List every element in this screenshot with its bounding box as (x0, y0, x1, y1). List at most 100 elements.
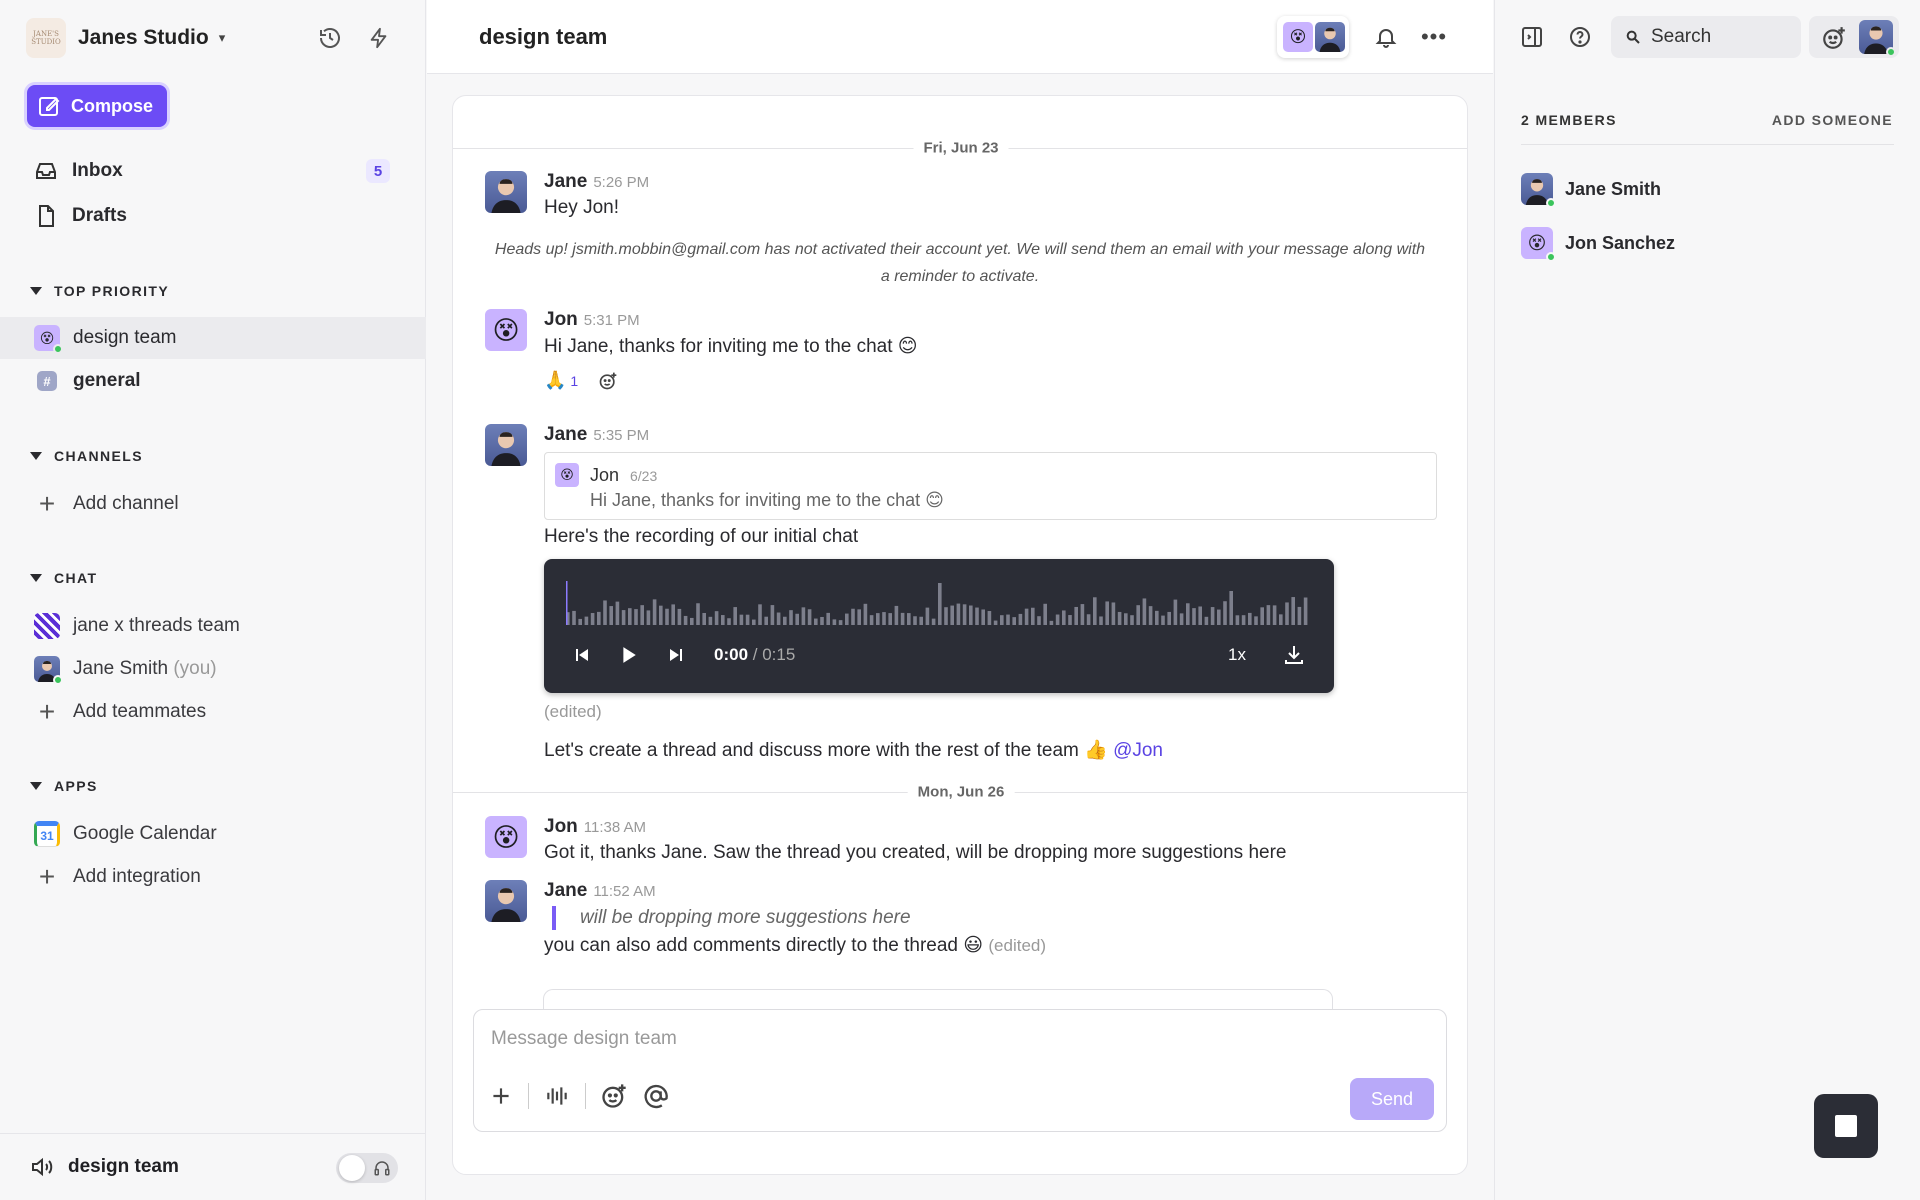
waveform-bar (1012, 617, 1016, 625)
waveform-icon[interactable] (543, 1083, 571, 1109)
waveform-bar (597, 611, 601, 625)
waveform-bar (770, 605, 775, 625)
message-input[interactable]: Message design team (491, 1028, 677, 1050)
timestamp: 5:35 PM (593, 427, 650, 444)
section-title: TOP PRIORITY (54, 283, 170, 299)
emoji-add-icon[interactable] (600, 1082, 628, 1110)
waveform-bar (628, 608, 632, 625)
drafts-nav[interactable]: Drafts (34, 201, 127, 231)
compose-icon (39, 97, 60, 116)
waveform-bar (838, 620, 843, 625)
panel-toggle-icon[interactable] (1517, 22, 1547, 52)
waveform-bar (956, 603, 961, 625)
send-button[interactable]: Send (1350, 1078, 1434, 1120)
quote-date: 6/23 (630, 468, 658, 484)
status-button[interactable] (1809, 16, 1899, 58)
add-teammates-button[interactable]: + Add teammates (0, 691, 426, 733)
waveform-bar (776, 612, 781, 625)
section-apps[interactable]: APPS (30, 778, 98, 794)
waveform-bar (634, 609, 638, 625)
waveform-bar (1210, 607, 1215, 625)
plus-icon[interactable] (488, 1083, 514, 1109)
compose-button[interactable]: Compose (27, 85, 167, 127)
waveform-bar (727, 618, 731, 625)
waveform-bar (795, 613, 799, 625)
sidebar-item-jane-x-threads[interactable]: jane x threads team (0, 605, 426, 647)
waveform-bar (1235, 615, 1240, 625)
mention-link[interactable]: @Jon (1113, 740, 1163, 761)
edited-label: (edited) (988, 936, 1047, 955)
member-avatars-button[interactable]: 😵 (1277, 16, 1349, 58)
plus-icon: + (38, 696, 56, 727)
waveform-bar (1198, 606, 1202, 625)
add-reaction-icon[interactable] (598, 371, 618, 391)
history-icon[interactable] (316, 24, 344, 52)
workspace-switcher[interactable]: JANE'S STUDIO Janes Studio ▾ (26, 18, 225, 58)
sidebar-item-google-calendar[interactable]: 31 Google Calendar (0, 813, 426, 855)
inbox-count-badge: 5 (366, 159, 390, 183)
lightning-icon[interactable] (365, 24, 393, 52)
waveform-bar (925, 607, 930, 625)
collapse-caret-icon (30, 782, 42, 790)
waveform-bar (826, 612, 830, 625)
download-icon[interactable] (1282, 643, 1306, 667)
sidebar-item-label: Jane Smith (you) (73, 658, 217, 679)
inbox-nav[interactable]: Inbox (34, 156, 123, 186)
section-channels[interactable]: CHANNELS (30, 448, 143, 464)
more-options-icon[interactable]: ••• (1419, 22, 1449, 52)
member-name: Jon Sanchez (1565, 232, 1676, 253)
page-title: design team (479, 24, 608, 49)
timestamp: 11:38 AM (583, 819, 647, 836)
waveform-bar (783, 616, 787, 625)
bell-icon[interactable] (1371, 22, 1401, 52)
waveform-bar (603, 600, 607, 625)
compose-label: Compose (71, 95, 154, 116)
stop-recording-button[interactable] (1814, 1094, 1878, 1158)
author-name[interactable]: Jane (544, 171, 587, 192)
divider (528, 1083, 529, 1109)
edited-label: (edited) (544, 702, 602, 721)
skip-back-icon[interactable] (574, 647, 590, 663)
member-item[interactable]: Jane Smith (1521, 173, 1661, 208)
search-input[interactable]: Search (1611, 16, 1801, 58)
huddle-toggle[interactable] (336, 1153, 398, 1183)
waveform-bar (1155, 610, 1159, 625)
section-chat[interactable]: CHAT (30, 570, 97, 586)
sidebar-item-design-team[interactable]: 😵 design team (0, 317, 426, 359)
author-name[interactable]: Jane (544, 424, 587, 445)
author-name[interactable]: Jon (544, 816, 578, 837)
headphones-icon (374, 1161, 390, 1176)
waveform-bar (1229, 591, 1233, 625)
skip-forward-icon[interactable] (668, 647, 684, 663)
waveform-bar (1049, 620, 1054, 625)
avatar (485, 880, 527, 922)
author-name[interactable]: Jane (544, 880, 587, 901)
audio-channel-name: design team (68, 1156, 179, 1177)
waveform[interactable] (566, 573, 1316, 625)
mention-icon[interactable] (642, 1082, 670, 1110)
waveform-bar (733, 607, 737, 625)
add-channel-button[interactable]: + Add channel (0, 483, 426, 525)
waveform-bar (671, 604, 675, 625)
waveform-bar (1285, 602, 1289, 625)
reaction-chip[interactable]: 🙏 1 (544, 370, 578, 391)
quoted-message[interactable]: 😵 Jon 6/23 Hi Jane, thanks for inviting … (544, 452, 1437, 520)
help-icon[interactable] (1565, 22, 1595, 52)
waveform-bar (938, 583, 942, 625)
speaker-icon[interactable] (30, 1155, 56, 1179)
waveform-bar (981, 609, 985, 625)
waveform-bar (646, 610, 651, 625)
waveform-bar (993, 620, 998, 625)
member-item[interactable]: 😵 Jon Sanchez (1521, 227, 1676, 262)
sidebar-item-jane-smith[interactable]: Jane Smith (you) (0, 648, 426, 690)
section-top-priority[interactable]: TOP PRIORITY (30, 283, 169, 299)
add-someone-button[interactable]: ADD SOMEONE (1772, 112, 1893, 128)
waveform-bar (1217, 609, 1221, 625)
playback-rate[interactable]: 1x (1228, 645, 1246, 665)
message: Jane 5:26 PM Hey Jon! (485, 171, 1437, 218)
sidebar-item-general[interactable]: # general (0, 360, 426, 402)
author-name[interactable]: Jon (544, 309, 578, 330)
play-icon[interactable] (620, 646, 638, 664)
add-integration-button[interactable]: + Add integration (0, 856, 426, 898)
waveform-bar (863, 603, 868, 625)
